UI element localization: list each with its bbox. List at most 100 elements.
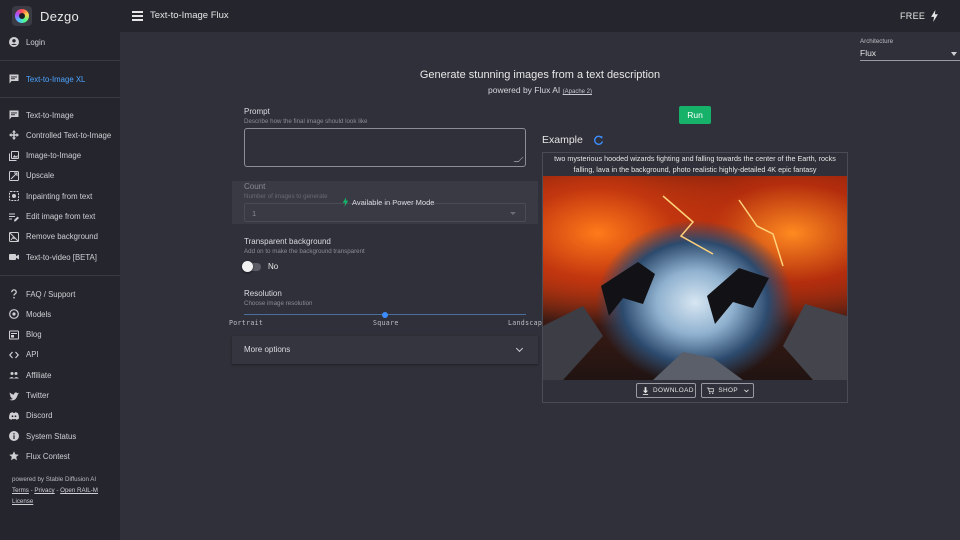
more-options-expander[interactable]: More options <box>232 336 538 364</box>
code-icon <box>9 351 19 359</box>
transparent-toggle[interactable] <box>242 261 262 272</box>
sidebar-item-system-status[interactable]: System Status <box>0 426 120 446</box>
bolt-icon <box>342 197 349 207</box>
bolt-icon[interactable] <box>930 10 939 22</box>
sidebar-item-label: API <box>26 350 39 360</box>
menu-icon[interactable] <box>132 11 143 21</box>
dezgo-logo-icon[interactable] <box>12 6 32 26</box>
resolution-option-portrait[interactable]: Portrait <box>229 319 263 327</box>
sidebar-footer: powered by Stable Diffusion AI Terms - P… <box>12 474 116 507</box>
sidebar-item-label: FAQ / Support <box>26 289 76 299</box>
sidebar-item-text-to-image-xl[interactable]: Text-to-Image XL <box>0 69 120 89</box>
wizards-artwork <box>543 195 847 380</box>
move-icon <box>9 130 19 141</box>
sidebar-item-label: Upscale <box>26 171 55 181</box>
sidebar-item-label: Text-to-video [BETA] <box>26 252 97 262</box>
example-image[interactable] <box>543 176 847 380</box>
transparent-label: Transparent background <box>244 237 331 246</box>
resolution-label: Resolution <box>244 289 282 298</box>
hero-subtitle: powered by Flux AI (Apache 2) <box>320 85 760 95</box>
resolution-slider-thumb[interactable] <box>382 312 388 318</box>
sidebar-item-discord[interactable]: Discord <box>0 406 120 426</box>
chevron-down-icon <box>510 212 516 215</box>
sidebar-item-models[interactable]: Models <box>0 304 120 324</box>
remove-bg-icon <box>9 231 19 242</box>
transparent-hint: Add on to make the background transparen… <box>244 248 365 255</box>
inpaint-icon <box>9 191 19 202</box>
models-icon <box>9 309 19 320</box>
sidebar-item-text-to-image[interactable]: Text-to-Image <box>0 105 120 125</box>
count-hint: Number of images to generate <box>244 193 328 200</box>
cart-icon <box>707 387 715 394</box>
help-icon <box>11 289 17 299</box>
sidebar-item-label: Twitter <box>26 391 49 400</box>
prompt-label: Prompt <box>244 107 270 116</box>
twitter-icon <box>9 391 19 400</box>
sidebar-item-affiliate[interactable]: Affiliate <box>0 365 120 385</box>
sidebar-item-label: System Status <box>26 431 77 441</box>
power-mode-notice[interactable]: Available in Power Mode <box>342 197 434 207</box>
top-bar: Dezgo Text-to-Image Flux FREE <box>0 0 960 32</box>
example-caption: two mysterious hooded wizards fighting a… <box>554 154 836 174</box>
power-mode-text: Available in Power Mode <box>352 197 435 207</box>
privacy-link[interactable]: Privacy <box>34 487 54 494</box>
sidebar-item-blog[interactable]: Blog <box>0 325 120 345</box>
blog-icon <box>9 330 19 340</box>
sidebar-item-edit-image-from-text[interactable]: Edit image from text <box>0 207 120 227</box>
plan-badge[interactable]: FREE <box>900 11 925 21</box>
chat-icon <box>9 110 19 120</box>
shop-label: SHOP <box>718 387 739 394</box>
refresh-icon[interactable] <box>593 135 604 146</box>
sidebar-item-label: Flux Contest <box>26 451 70 461</box>
sidebar-item-text-to-video-beta[interactable]: Text-to-video [BETA] <box>0 247 120 267</box>
download-button[interactable]: DOWNLOAD <box>636 383 696 398</box>
brand-name[interactable]: Dezgo <box>40 9 79 24</box>
sidebar-item-login[interactable]: Login <box>0 32 120 52</box>
resolution-hint: Choose image resolution <box>244 300 313 307</box>
prompt-input[interactable] <box>244 128 526 167</box>
edit-icon <box>9 213 19 221</box>
sidebar-item-api[interactable]: API <box>0 345 120 365</box>
sidebar-item-label: Affiliate <box>26 370 52 380</box>
license-link[interactable]: (Apache 2) <box>563 89 592 95</box>
sidebar-item-remove-background[interactable]: Remove background <box>0 227 120 247</box>
run-button[interactable]: Run <box>679 106 711 124</box>
sidebar-item-image-to-image[interactable]: Image-to-Image <box>0 146 120 166</box>
sidebar-item-label: Discord <box>26 411 53 421</box>
resolution-option-landscape[interactable]: Landscape <box>508 319 546 327</box>
info-icon <box>9 431 19 442</box>
chevron-down-icon <box>515 344 524 353</box>
sidebar-item-label: Remove background <box>26 232 98 242</box>
images-icon <box>9 150 19 161</box>
sidebar-item-label: Controlled Text-to-Image <box>26 130 112 140</box>
sidebar-item-upscale[interactable]: Upscale <box>0 166 120 186</box>
resolution-option-square[interactable]: Square <box>373 319 399 327</box>
star-icon <box>9 451 19 461</box>
count-value: 1 <box>252 209 257 218</box>
sidebar-item-controlled-text-to-image[interactable]: Controlled Text-to-Image <box>0 125 120 145</box>
count-label: Count <box>244 182 266 191</box>
architecture-label: Architecture <box>860 38 894 45</box>
sidebar-divider <box>0 97 120 98</box>
account-icon <box>9 37 19 47</box>
example-title: Example <box>542 134 583 146</box>
sidebar-item-label: Text-to-Image XL <box>26 74 86 84</box>
chat-icon <box>9 74 19 84</box>
sidebar-item-inpainting-from-text[interactable]: Inpainting from text <box>0 186 120 206</box>
sidebar-item-flux-contest[interactable]: Flux Contest <box>0 446 120 466</box>
people-icon <box>9 372 19 379</box>
page-title: Text-to-Image Flux <box>150 10 229 21</box>
sidebar-item-label: Models <box>26 309 52 319</box>
sidebar-item-faq-support[interactable]: FAQ / Support <box>0 284 120 304</box>
sidebar-item-twitter[interactable]: Twitter <box>0 386 120 406</box>
sidebar-item-label: Login <box>26 37 46 47</box>
sidebar-item-label: Text-to-Image <box>26 110 74 120</box>
terms-link[interactable]: Terms <box>12 487 29 494</box>
hero-title: Generate stunning images from a text des… <box>419 69 661 81</box>
chevron-down-icon <box>744 388 749 392</box>
shop-button[interactable]: SHOP <box>701 383 754 398</box>
resize-handle-icon[interactable] <box>513 157 524 162</box>
architecture-select[interactable]: Flux <box>860 47 960 61</box>
sidebar-item-label: Blog <box>26 330 42 340</box>
sidebar-item-label: Image-to-Image <box>26 151 82 161</box>
